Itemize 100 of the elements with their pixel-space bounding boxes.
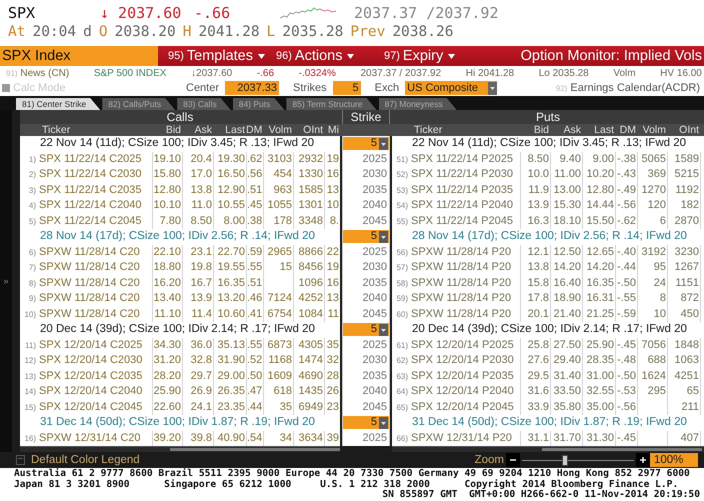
- ticker-cell[interactable]: SPX 12/20/14 C2045: [38, 400, 152, 415]
- tab[interactable]: 83) Calls: [177, 98, 231, 110]
- ticker-cell[interactable]: SPX 12/20/14 P2045: [410, 400, 520, 415]
- row-number[interactable]: 8): [20, 276, 38, 291]
- column-header[interactable]: OInt: [667, 124, 700, 136]
- ticker-cell[interactable]: SPX 11/22/14 C2045: [38, 214, 152, 229]
- ticker-cell[interactable]: SPX 12/20/14 P2040: [410, 384, 520, 400]
- ticker-cell[interactable]: SPXW 11/28/14 P20: [410, 306, 520, 322]
- row-number[interactable]: 2): [20, 167, 38, 182]
- column-header[interactable]: Mi: [324, 124, 340, 136]
- menu-button[interactable]: 96) Actions: [266, 46, 374, 66]
- row-number[interactable]: 13): [20, 368, 38, 384]
- row-number[interactable]: 9): [20, 291, 38, 306]
- ticker-cell[interactable]: SPX 12/20/14 C2025: [38, 338, 152, 353]
- exchange-dropdown[interactable]: US Composite: [405, 81, 498, 95]
- center-field[interactable]: 2037.33: [225, 81, 280, 95]
- strike-count-dropdown[interactable]: 5: [343, 323, 389, 336]
- ticker-cell[interactable]: SPX 12/20/14 C2035: [38, 368, 152, 384]
- row-number[interactable]: 10): [20, 306, 38, 322]
- ticker-cell[interactable]: SPX 11/22/14 P2035: [410, 182, 520, 198]
- ticker-cell[interactable]: SPX 11/22/14 C2030: [38, 167, 152, 182]
- row-number[interactable]: 6): [20, 244, 38, 260]
- ticker-cell[interactable]: SPXW 11/28/14 C20: [38, 306, 152, 322]
- row-number[interactable]: 60): [392, 306, 410, 322]
- column-header[interactable]: Last: [582, 124, 615, 136]
- tab[interactable]: 82) Calls/Puts: [102, 98, 176, 110]
- column-header[interactable]: DM: [246, 124, 263, 136]
- ticker-cell[interactable]: SPX 12/20/14 C2040: [38, 384, 152, 400]
- row-number[interactable]: 58): [392, 276, 410, 291]
- row-number[interactable]: 7): [20, 260, 38, 276]
- row-number[interactable]: 54): [392, 198, 410, 214]
- menu-button[interactable]: 97) Expiry: [374, 46, 482, 66]
- menu-button[interactable]: 95) Templates: [158, 46, 266, 66]
- strike-count-dropdown[interactable]: 5: [343, 230, 389, 243]
- row-number[interactable]: 5): [20, 214, 38, 229]
- row-number[interactable]: 1): [20, 152, 38, 167]
- column-header[interactable]: Ask: [182, 124, 213, 136]
- column-header[interactable]: OInt: [293, 124, 324, 136]
- ticker-cell[interactable]: SPXW 11/28/14 C20: [38, 291, 152, 306]
- row-number[interactable]: 65): [392, 400, 410, 415]
- scrollbar[interactable]: [20, 446, 340, 452]
- ticker-cell[interactable]: SPXW 11/28/14 C20: [38, 244, 152, 260]
- row-number[interactable]: 11): [20, 338, 38, 353]
- ticker-cell[interactable]: SPX 11/22/14 P2030: [410, 167, 520, 182]
- ticker-cell[interactable]: SPX 12/20/14 P2035: [410, 368, 520, 384]
- ticker-cell[interactable]: SPX 11/22/14 C2025: [38, 152, 152, 167]
- ticker-cell[interactable]: SPXW 11/28/14 C20: [38, 276, 152, 291]
- strike-count-dropdown[interactable]: 5: [343, 416, 389, 429]
- tab[interactable]: 81) Center Strike: [16, 98, 100, 110]
- scrollbar[interactable]: [392, 446, 704, 452]
- row-number[interactable]: 4): [20, 198, 38, 214]
- row-number[interactable]: 62): [392, 353, 410, 368]
- ticker-cell[interactable]: SPX 11/22/14 C2040: [38, 198, 152, 214]
- ticker-cell[interactable]: SPXW 11/28/14 P20: [410, 291, 520, 306]
- row-number[interactable]: 52): [392, 167, 410, 182]
- ticker-cell[interactable]: SPXW 12/31/14 C20: [38, 430, 152, 446]
- column-header[interactable]: Ticker: [20, 124, 152, 136]
- row-number[interactable]: 55): [392, 214, 410, 229]
- ticker-cell[interactable]: SPX 11/22/14 P2040: [410, 198, 520, 214]
- column-header[interactable]: Bid: [152, 124, 182, 136]
- ticker-cell[interactable]: SPX 12/20/14 P2030: [410, 353, 520, 368]
- zoom-field[interactable]: 100%: [650, 453, 698, 467]
- row-number[interactable]: 3): [20, 182, 38, 198]
- tab[interactable]: 87) Moneyness: [378, 98, 457, 110]
- ticker-cell[interactable]: SPXW 11/28/14 C20: [38, 260, 152, 276]
- column-header[interactable]: Volm: [637, 124, 667, 136]
- ticker-cell[interactable]: SPX 11/22/14 C2035: [38, 182, 152, 198]
- slider-thumb[interactable]: [562, 454, 568, 466]
- ticker-cell[interactable]: SPXW 11/28/14 P20: [410, 244, 520, 260]
- row-number[interactable]: 56): [392, 244, 410, 260]
- news-link[interactable]: 91) News (CN): [6, 68, 70, 78]
- ticker-cell[interactable]: SPX 12/20/14 C2030: [38, 353, 152, 368]
- color-legend-link[interactable]: Default Color Legend: [31, 454, 140, 466]
- security-field[interactable]: SPX Index: [0, 46, 158, 66]
- row-number[interactable]: 59): [392, 291, 410, 306]
- row-number[interactable]: 64): [392, 384, 410, 400]
- row-number[interactable]: 61): [392, 338, 410, 353]
- ticker-cell[interactable]: SPX 11/22/14 P2045: [410, 214, 520, 229]
- row-number[interactable]: 12): [20, 353, 38, 368]
- zoom-in-button[interactable]: +: [636, 453, 650, 467]
- tab[interactable]: 85) Term Structure: [286, 98, 377, 110]
- row-number[interactable]: 53): [392, 182, 410, 198]
- tab[interactable]: 84) Puts: [232, 98, 284, 110]
- earnings-link[interactable]: 92) Earnings Calendar(ACDR): [556, 82, 704, 94]
- column-header[interactable]: DM: [615, 124, 637, 136]
- column-header[interactable]: Bid: [520, 124, 550, 136]
- column-header[interactable]: Last: [213, 124, 246, 136]
- row-number[interactable]: 16): [20, 430, 38, 446]
- column-header[interactable]: Volm: [263, 124, 293, 136]
- ticker-cell[interactable]: SPX 12/20/14 P2025: [410, 338, 520, 353]
- row-number[interactable]: 51): [392, 152, 410, 167]
- row-number[interactable]: 15): [20, 400, 38, 415]
- column-header[interactable]: Ticker: [392, 124, 520, 136]
- zoom-out-button[interactable]: −: [506, 453, 520, 467]
- ticker-cell[interactable]: SPXW 12/31/14 P20: [410, 430, 520, 446]
- ticker-cell[interactable]: SPXW 11/28/14 P20: [410, 276, 520, 291]
- strike-count-dropdown[interactable]: 5: [343, 137, 389, 150]
- row-number[interactable]: 57): [392, 260, 410, 276]
- column-header[interactable]: Ask: [550, 124, 582, 136]
- expand-arrow[interactable]: »: [3, 276, 8, 286]
